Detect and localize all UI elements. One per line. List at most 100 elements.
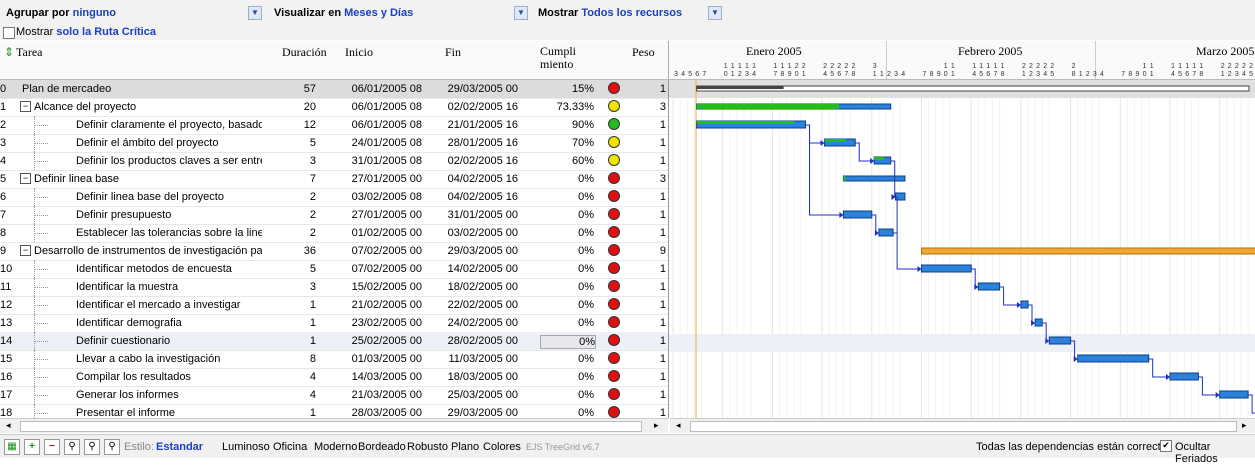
critical-path-label[interactable]: Mostrar solo la Ruta Crítica — [16, 26, 156, 38]
task-name[interactable]: Establecer las tolerancias sobre la line… — [76, 227, 262, 239]
task-name[interactable]: Definir cuestionario — [76, 335, 262, 347]
task-start[interactable]: 06/01/2005 08 — [330, 119, 422, 131]
table-row[interactable]: 9−Desarrollo de instrumentos de investig… — [0, 242, 668, 261]
task-weight[interactable]: 1 — [630, 209, 666, 221]
table-row[interactable]: 18Presentar el informe128/03/2005 0029/0… — [0, 404, 668, 418]
task-completion[interactable]: 70% — [540, 137, 594, 149]
task-name[interactable]: Identificar el mercado a investigar — [76, 299, 262, 311]
task-completion[interactable]: 90% — [540, 119, 594, 131]
task-duration[interactable]: 2 — [270, 227, 316, 239]
style-estandar[interactable]: Estandar — [156, 441, 203, 453]
task-completion[interactable]: 73.33% — [540, 101, 594, 113]
task-weight[interactable]: 1 — [630, 299, 666, 311]
task-name[interactable]: Presentar el informe — [76, 407, 262, 418]
chart-scroll-right-icon[interactable]: ▸ — [1242, 420, 1247, 431]
task-weight[interactable]: 1 — [630, 317, 666, 329]
table-row[interactable]: 16Compilar los resultados414/03/2005 001… — [0, 368, 668, 387]
task-duration[interactable]: 12 — [270, 119, 316, 131]
task-start[interactable]: 06/01/2005 08 — [330, 83, 422, 95]
task-name[interactable]: Identificar demografia — [76, 317, 262, 329]
task-name[interactable]: Plan de mercadeo — [22, 83, 262, 95]
task-end[interactable]: 18/02/2005 00 — [426, 281, 518, 293]
task-end[interactable]: 28/01/2005 16 — [426, 137, 518, 149]
task-duration[interactable]: 1 — [270, 317, 316, 329]
task-duration[interactable]: 5 — [270, 263, 316, 275]
task-completion[interactable]: 0% — [540, 227, 594, 239]
task-weight[interactable]: 1 — [630, 281, 666, 293]
table-row[interactable]: 1−Alcance del proyecto2006/01/2005 0802/… — [0, 98, 668, 117]
task-name[interactable]: Llevar a cabo la investigación — [76, 353, 262, 365]
hide-holidays-checkbox[interactable]: ✔ — [1160, 440, 1172, 452]
column-end[interactable]: Fin — [445, 45, 461, 60]
task-completion[interactable]: 0% — [540, 263, 594, 275]
task-weight[interactable]: 1 — [630, 191, 666, 203]
task-name[interactable]: Generar los informes — [76, 389, 262, 401]
task-start[interactable]: 14/03/2005 00 — [330, 371, 422, 383]
column-duration[interactable]: Duración — [282, 45, 327, 60]
task-end[interactable]: 04/02/2005 16 — [426, 173, 518, 185]
task-end[interactable]: 29/03/2005 00 — [426, 407, 518, 418]
task-name[interactable]: Definir presupuesto — [76, 209, 262, 221]
task-end[interactable]: 11/03/2005 00 — [426, 353, 518, 365]
style-moderno[interactable]: Moderno — [314, 441, 357, 453]
task-weight[interactable]: 1 — [630, 335, 666, 347]
task-weight[interactable]: 3 — [630, 173, 666, 185]
task-name[interactable]: Compilar los resultados — [76, 371, 262, 383]
zoom-fit-icon[interactable]: ⚲ — [104, 439, 120, 455]
collapse-icon[interactable]: − — [20, 101, 31, 112]
column-weight[interactable]: Peso — [632, 45, 655, 60]
task-start[interactable]: 07/02/2005 00 — [330, 263, 422, 275]
task-duration[interactable]: 8 — [270, 353, 316, 365]
chart-horizontal-scrollbar[interactable]: ◂ ▸ — [670, 418, 1255, 433]
table-row[interactable]: 7Definir presupuesto227/01/2005 0031/01/… — [0, 206, 668, 225]
group-by-value[interactable]: ninguno — [73, 7, 116, 19]
task-end[interactable]: 14/02/2005 00 — [426, 263, 518, 275]
task-completion[interactable]: 0% — [540, 317, 594, 329]
task-start[interactable]: 21/03/2005 00 — [330, 389, 422, 401]
sort-icon[interactable]: ⇕ — [4, 45, 14, 60]
task-duration[interactable]: 2 — [270, 209, 316, 221]
task-weight[interactable]: 9 — [630, 245, 666, 257]
show-control[interactable]: Mostrar Todos los recursos — [538, 7, 682, 19]
task-end[interactable]: 28/02/2005 00 — [426, 335, 518, 347]
task-duration[interactable]: 3 — [270, 155, 316, 167]
task-start[interactable]: 21/02/2005 00 — [330, 299, 422, 311]
task-weight[interactable]: 1 — [630, 155, 666, 167]
scroll-right-icon[interactable]: ▸ — [654, 420, 659, 431]
hide-holidays-label[interactable]: Ocultar Feriados — [1175, 441, 1255, 465]
table-row[interactable]: 8Establecer las tolerancias sobre la lin… — [0, 224, 668, 243]
task-completion[interactable]: 60% — [540, 155, 594, 167]
show-dropdown-icon[interactable]: ▼ — [708, 6, 722, 20]
task-name[interactable]: Definir los productos claves a ser entre… — [76, 155, 262, 167]
task-duration[interactable]: 4 — [270, 371, 316, 383]
grid-scroll-thumb[interactable] — [20, 421, 642, 432]
task-duration[interactable]: 57 — [270, 83, 316, 95]
task-start[interactable]: 27/01/2005 00 — [330, 173, 422, 185]
task-start[interactable]: 01/03/2005 00 — [330, 353, 422, 365]
table-row[interactable]: 13Identificar demografia123/02/2005 0024… — [0, 314, 668, 333]
task-name[interactable]: Definir el ámbito del proyecto — [76, 137, 262, 149]
task-duration[interactable]: 1 — [270, 299, 316, 311]
table-row[interactable]: 17Generar los informes421/03/2005 0025/0… — [0, 386, 668, 405]
group-by-control[interactable]: Agrupar por ninguno — [6, 7, 116, 19]
task-completion[interactable]: 0% — [540, 245, 594, 257]
zoom-out-icon[interactable]: ⚲ — [84, 439, 100, 455]
table-row[interactable]: 0Plan de mercadeo5706/01/2005 0829/03/20… — [0, 80, 668, 99]
style-oficina[interactable]: Oficina — [273, 441, 307, 453]
task-end[interactable]: 29/03/2005 00 — [426, 245, 518, 257]
table-row[interactable]: 15Llevar a cabo la investigación801/03/2… — [0, 350, 668, 369]
task-name[interactable]: Definir claramente el proyecto, basado e… — [76, 119, 262, 131]
table-row[interactable]: 2Definir claramente el proyecto, basado … — [0, 116, 668, 135]
table-row[interactable]: 6Definir linea base del proyecto203/02/2… — [0, 188, 668, 207]
task-weight[interactable]: 1 — [630, 227, 666, 239]
show-value[interactable]: Todos los recursos — [581, 7, 682, 19]
task-name[interactable]: Identificar la muestra — [76, 281, 262, 293]
table-row[interactable]: 4Definir los productos claves a ser entr… — [0, 152, 668, 171]
task-completion[interactable]: 0% — [540, 407, 594, 418]
table-row[interactable]: 10Identificar metodos de encuesta507/02/… — [0, 260, 668, 279]
task-weight[interactable]: 1 — [630, 371, 666, 383]
task-duration[interactable]: 1 — [270, 407, 316, 418]
task-completion[interactable]: 0% — [540, 353, 594, 365]
task-weight[interactable]: 3 — [630, 101, 666, 113]
task-completion[interactable]: 0% — [540, 209, 594, 221]
